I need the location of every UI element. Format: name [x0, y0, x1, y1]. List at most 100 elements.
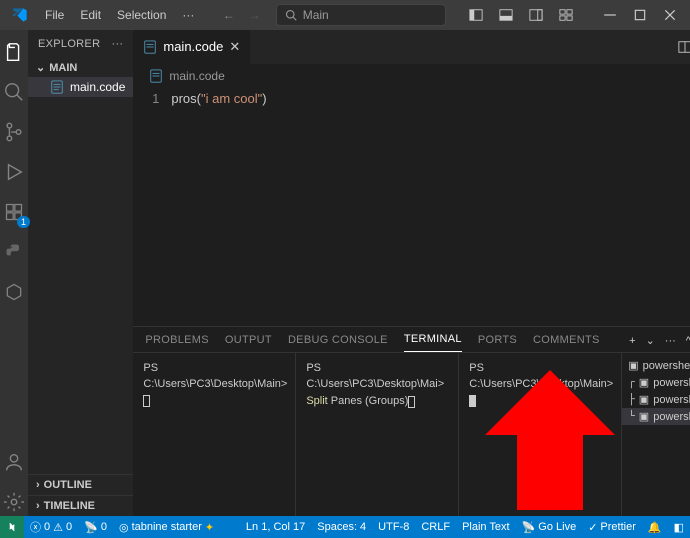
menu-edit[interactable]: Edit [73, 4, 108, 26]
layout-customize-icon[interactable] [552, 1, 580, 29]
terminal-list-item[interactable]: └▣powershell [622, 408, 690, 425]
panel-tab-output[interactable]: OUTPUT [225, 334, 272, 352]
panel-tab-comments[interactable]: COMMENTS [533, 334, 600, 352]
panel-more-icon[interactable]: ··· [665, 335, 676, 347]
file-lines-icon [50, 80, 64, 94]
terminal-pane-1[interactable]: PS C:\Users\PC3\Desktop\Main> [133, 353, 296, 516]
terminal-list: ▣powershell ┌▣powershell ├▣powershell └▣… [622, 353, 690, 516]
status-aux-icon[interactable]: ◧ [668, 516, 690, 538]
window-maximize-icon[interactable] [626, 1, 654, 29]
powershell-icon: ▣ [639, 393, 649, 406]
status-ln-col[interactable]: Ln 1, Col 17 [240, 516, 311, 538]
terminal-split-container: PS C:\Users\PC3\Desktop\Main> PS C:\User… [133, 353, 690, 516]
star-icon: ✦ [205, 521, 214, 534]
terminal-pane-3[interactable]: PS C:\Users\PC3\Desktop\Main> [459, 353, 622, 516]
nav-forward-icon[interactable]: → [244, 4, 266, 26]
tree-branch-icon: ├ [628, 394, 635, 406]
activity-hexagon-icon[interactable] [0, 278, 28, 306]
code-line: pros("i am cool") [171, 91, 266, 326]
outline-section[interactable]: › OUTLINE [28, 474, 133, 495]
warning-icon: ⚠ [53, 521, 63, 534]
command-center-search[interactable]: Main [276, 4, 446, 26]
explorer-title: EXPLORER [38, 38, 100, 50]
layout-sidebar-left-icon[interactable] [462, 1, 490, 29]
title-right-icons [462, 1, 684, 29]
tree-branch-icon: ┌ [628, 377, 635, 389]
menu-selection[interactable]: Selection [110, 4, 173, 26]
chevron-right-icon: › [36, 500, 40, 512]
chevron-down-icon: ⌄ [36, 61, 45, 74]
terminal-pane-2[interactable]: PS C:\Users\PC3\Desktop\Mai> Split Panes… [296, 353, 459, 516]
editor-tabs: main.code ✕ ··· [133, 30, 690, 65]
breadcrumb[interactable]: main.code [133, 65, 690, 87]
search-text: Main [303, 8, 329, 22]
powershell-icon: ▣ [639, 410, 649, 423]
layout-panel-icon[interactable] [492, 1, 520, 29]
explorer-more-icon[interactable]: ··· [111, 38, 123, 50]
panel-tab-debug[interactable]: DEBUG CONSOLE [288, 334, 388, 352]
file-item-main[interactable]: main.code [28, 77, 133, 97]
timeline-section[interactable]: › TIMELINE [28, 495, 133, 516]
editor-group: main.code ✕ ··· main.code 1 pros("i am c… [133, 30, 690, 516]
status-eol[interactable]: CRLF [415, 516, 456, 538]
split-editor-icon[interactable] [678, 40, 690, 54]
activity-bar: 1 [0, 30, 28, 516]
status-errors[interactable]: ⓧ0 ⚠0 [24, 516, 78, 538]
panel-tabs: PROBLEMS OUTPUT DEBUG CONSOLE TERMINAL P… [133, 327, 690, 353]
broadcast-icon: 📡 [522, 521, 536, 534]
activity-settings-icon[interactable] [0, 488, 28, 516]
panel-tab-terminal[interactable]: TERMINAL [404, 333, 462, 352]
chevron-right-icon: › [36, 479, 40, 491]
status-bell-icon[interactable]: 🔔 [642, 516, 668, 538]
powershell-icon: ▣ [628, 359, 638, 372]
window-minimize-icon[interactable] [596, 1, 624, 29]
activity-search-icon[interactable] [0, 78, 28, 106]
activity-extensions-icon[interactable]: 1 [0, 198, 28, 226]
terminal-list-item[interactable]: ▣powershell [622, 357, 690, 374]
panel-tab-problems[interactable]: PROBLEMS [145, 334, 209, 352]
file-lines-icon [143, 40, 157, 54]
explorer-sidebar: EXPLORER ··· ⌄ MAIN main.code › OUTLINE … [28, 30, 133, 516]
tab-close-icon[interactable]: ✕ [229, 39, 240, 55]
tab-main-code[interactable]: main.code ✕ [133, 30, 250, 64]
activity-run-debug-icon[interactable] [0, 158, 28, 186]
search-icon [285, 9, 297, 21]
activity-source-control-icon[interactable] [0, 118, 28, 146]
status-language[interactable]: Plain Text [456, 516, 516, 538]
terminal-list-item[interactable]: ├▣powershell [622, 391, 690, 408]
status-encoding[interactable]: UTF-8 [372, 516, 415, 538]
broadcast-icon: 📡 [84, 521, 98, 534]
activity-explorer-icon[interactable] [0, 38, 28, 66]
outline-label: OUTLINE [44, 479, 92, 491]
file-item-label: main.code [70, 80, 125, 94]
menu-bar: File Edit Selection ··· [38, 4, 201, 26]
status-spaces[interactable]: Spaces: 4 [311, 516, 372, 538]
nav-back-icon[interactable]: ← [218, 4, 240, 26]
nav-arrows: ← → [218, 4, 266, 26]
status-prettier[interactable]: ✓Prettier [582, 516, 642, 538]
folder-header[interactable]: ⌄ MAIN [28, 58, 133, 77]
file-lines-icon [149, 69, 163, 83]
terminal-list-item[interactable]: ┌▣powershell [622, 374, 690, 391]
timeline-label: TIMELINE [44, 500, 95, 512]
layout-sidebar-right-icon[interactable] [522, 1, 550, 29]
status-go-live[interactable]: 📡Go Live [516, 516, 583, 538]
window-close-icon[interactable] [656, 1, 684, 29]
new-terminal-icon[interactable]: + [629, 335, 635, 347]
vscode-logo-icon [12, 7, 28, 23]
breadcrumb-file: main.code [169, 69, 224, 83]
activity-python-icon[interactable] [0, 238, 28, 266]
activity-account-icon[interactable] [0, 448, 28, 476]
status-tabnine[interactable]: ◎tabnine starter ✦ [113, 516, 220, 538]
panel-maximize-icon[interactable]: ^ [686, 335, 690, 347]
menu-more[interactable]: ··· [175, 4, 201, 26]
powershell-icon: ▣ [639, 376, 649, 389]
panel-tab-ports[interactable]: PORTS [478, 334, 517, 352]
terminal-dropdown-icon[interactable]: ⌄ [646, 334, 655, 347]
menu-file[interactable]: File [38, 4, 71, 26]
title-bar: File Edit Selection ··· ← → Main [0, 0, 690, 30]
tree-branch-icon: └ [628, 411, 635, 423]
code-editor[interactable]: 1 pros("i am cool") [133, 87, 690, 326]
remote-indicator-icon[interactable] [0, 516, 24, 538]
status-ports[interactable]: 📡0 [78, 516, 113, 538]
